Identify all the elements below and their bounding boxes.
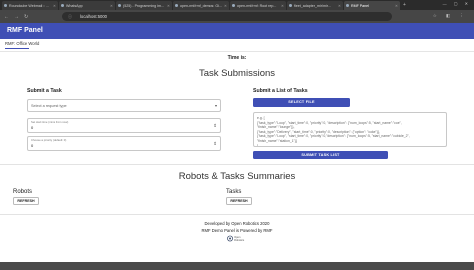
browser-tab[interactable]: fleet_adapter_mir/mir... ✕ bbox=[287, 1, 343, 10]
favicon-icon bbox=[175, 4, 178, 7]
close-tab-icon[interactable]: ✕ bbox=[395, 4, 398, 8]
close-tab-icon[interactable]: ✕ bbox=[281, 4, 284, 8]
dropdown-arrow-icon: ▾ bbox=[214, 103, 217, 108]
time-display: Time is: bbox=[227, 55, 247, 61]
browser-tab[interactable]: Roundcube Webmail :: ... ✕ bbox=[2, 1, 58, 10]
browser-tab-label: open-rmf/rmf_demos: Gi... bbox=[180, 3, 222, 8]
request-type-select[interactable]: Select a request type ▾ bbox=[27, 99, 221, 112]
new-tab-icon[interactable]: + bbox=[403, 1, 406, 10]
start-time-label: Set start time (mins from now) bbox=[31, 120, 69, 124]
browser-tab-label: (525) - Programming im... bbox=[123, 3, 164, 8]
robots-heading: Robots bbox=[13, 189, 33, 195]
priority-field[interactable]: Choose a priority (default: 0) 0 ⇕ bbox=[27, 136, 221, 151]
browser-tab-bar: Roundcube Webmail :: ... ✕ WhatsApp ✕ (525) … bbox=[0, 0, 474, 10]
favicon-icon bbox=[289, 4, 292, 7]
submit-list-heading: Submit a List of Tasks bbox=[253, 88, 308, 94]
favicon-icon bbox=[4, 4, 7, 7]
toolbar-extension-icons[interactable]: ☆ ◧ ⋮ bbox=[433, 13, 468, 19]
robot-logo-icon bbox=[227, 235, 233, 242]
browser-tab[interactable]: open-rmf/rmf_demos: Gi... ✕ bbox=[173, 1, 229, 10]
window-controls[interactable]: — ▢ ✕ bbox=[443, 1, 471, 6]
browser-tab-label: Roundcube Webmail :: ... bbox=[9, 3, 50, 8]
section-divider bbox=[0, 164, 474, 165]
open-robotics-logo: Open Robotics bbox=[227, 235, 249, 242]
tasks-refresh-button[interactable]: REFRESH bbox=[226, 197, 252, 205]
footer-powered-by: RMF Demo Panel is Powered by RMF bbox=[201, 228, 273, 233]
browser-tab-label: WhatsApp bbox=[66, 3, 83, 8]
priority-value: 0 bbox=[31, 143, 34, 148]
browser-tab-label: RMF Panel bbox=[351, 3, 369, 8]
task-submissions-title: Task Submissions bbox=[198, 68, 276, 79]
favicon-icon bbox=[61, 4, 64, 7]
browser-tab-label: open-rmf/rmf: Root rep... bbox=[237, 3, 277, 8]
window-bottom-edge bbox=[0, 262, 474, 270]
browser-tab[interactable]: (525) - Programming im... ✕ bbox=[116, 1, 172, 10]
footer-divider bbox=[0, 214, 474, 215]
close-tab-icon[interactable]: ✕ bbox=[53, 4, 56, 8]
stepper-icon[interactable]: ⇕ bbox=[213, 141, 217, 147]
favicon-icon bbox=[232, 4, 235, 7]
app-title: RMF Panel bbox=[7, 27, 43, 34]
submit-task-list-button[interactable]: SUBMIT TASK LIST bbox=[253, 151, 388, 159]
close-tab-icon[interactable]: ✕ bbox=[338, 4, 341, 8]
task-list-textarea[interactable]: e.g. [ {"task_type":"Loop", "start_time"… bbox=[253, 112, 447, 147]
tab-indicator bbox=[5, 48, 29, 49]
close-tab-icon[interactable]: ✕ bbox=[110, 4, 113, 8]
tasks-heading: Tasks bbox=[226, 189, 242, 195]
request-type-placeholder: Select a request type bbox=[31, 104, 67, 108]
favicon-icon bbox=[346, 4, 349, 7]
summaries-title: Robots & Tasks Summaries bbox=[178, 171, 296, 182]
tab-office-world[interactable]: RMF: Office World bbox=[5, 41, 39, 46]
close-tab-icon[interactable]: ✕ bbox=[167, 4, 170, 8]
browser-tab[interactable]: WhatsApp ✕ bbox=[59, 1, 115, 10]
logo-text: Open Robotics bbox=[234, 235, 245, 242]
stepper-icon[interactable]: ⇕ bbox=[213, 123, 217, 129]
footer-developed-by: Developed by Open Robotics 2020 bbox=[204, 221, 270, 226]
forward-icon[interactable]: → bbox=[14, 14, 19, 20]
select-file-button[interactable]: SELECT FILE bbox=[253, 98, 350, 107]
info-icon[interactable]: ⓘ bbox=[68, 12, 72, 21]
app-bar: RMF Panel bbox=[0, 23, 474, 39]
back-icon[interactable]: ← bbox=[4, 14, 9, 20]
browser-tab[interactable]: RMF Panel ✕ bbox=[344, 1, 400, 10]
submit-task-heading: Submit a Task bbox=[27, 88, 62, 94]
robots-refresh-button[interactable]: REFRESH bbox=[13, 197, 39, 205]
world-tabs: RMF: Office World bbox=[0, 39, 474, 52]
address-bar[interactable]: ⓘ localhost:5000 bbox=[62, 12, 392, 21]
browser-tab[interactable]: open-rmf/rmf: Root rep... ✕ bbox=[230, 1, 286, 10]
reload-icon[interactable]: ↻ bbox=[24, 14, 28, 20]
favicon-icon bbox=[118, 4, 121, 7]
close-tab-icon[interactable]: ✕ bbox=[224, 4, 227, 8]
start-time-field[interactable]: Set start time (mins from now) 0 ⇕ bbox=[27, 118, 221, 133]
priority-label: Choose a priority (default: 0) bbox=[31, 138, 67, 142]
start-time-value: 0 bbox=[31, 125, 34, 130]
browser-toolbar: ← → ↻ ⓘ localhost:5000 ☆ ◧ ⋮ bbox=[0, 10, 474, 23]
browser-tab-label: fleet_adapter_mir/mir... bbox=[294, 3, 331, 8]
url-text: localhost:5000 bbox=[80, 14, 108, 19]
